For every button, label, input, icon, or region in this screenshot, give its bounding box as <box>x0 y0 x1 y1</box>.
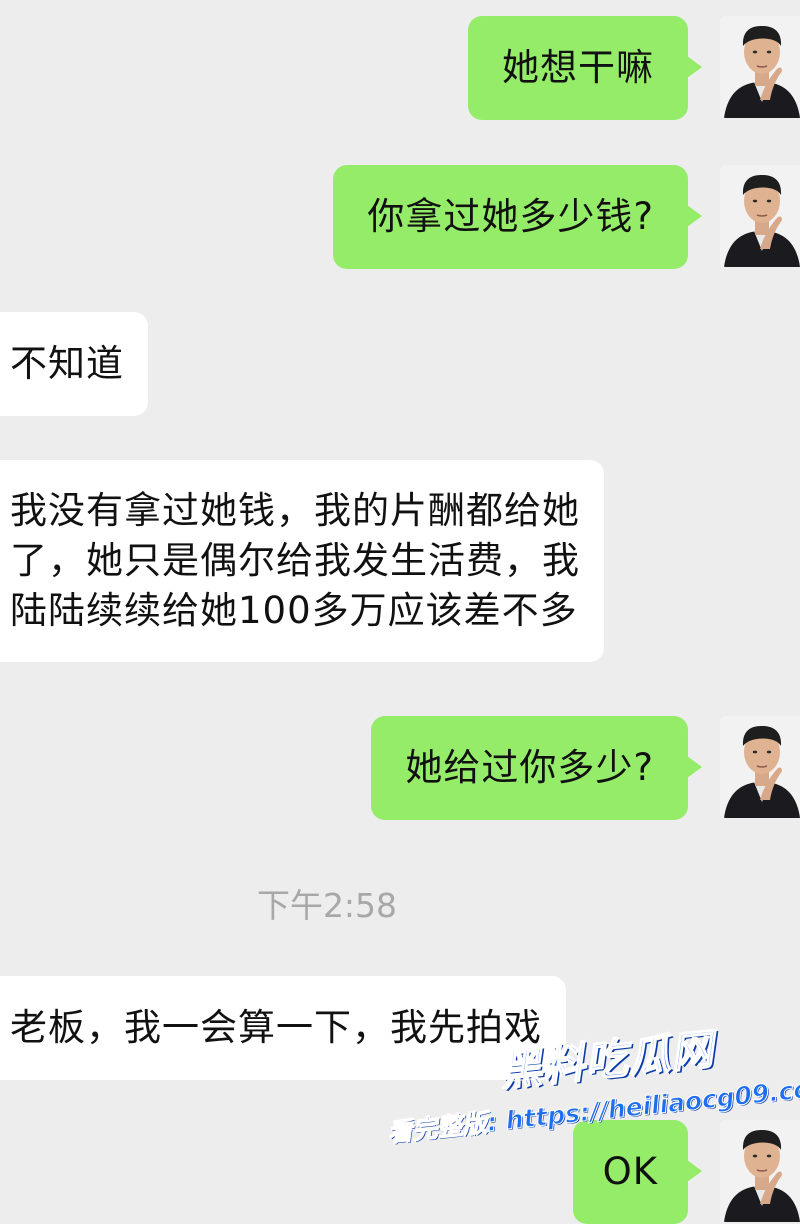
avatar-photo <box>720 165 800 267</box>
user-avatar-icon[interactable] <box>720 1120 800 1222</box>
chat-history: 她想干嘛 你拿过她多少钱? 不知道 我没有拿过她钱，我的片酬都给她 了，她只是偶… <box>0 0 800 1224</box>
message-bubble-sent[interactable]: 她给过你多少? <box>371 716 702 820</box>
message-bubble-sent[interactable]: 你拿过她多少钱? <box>333 165 702 269</box>
message-bubble-sent[interactable]: 她想干嘛 <box>468 16 702 120</box>
message-bubble-received[interactable]: 不知道 <box>0 312 148 416</box>
message-bubble-sent[interactable]: OK <box>572 1120 703 1224</box>
avatar-photo <box>720 1120 800 1222</box>
user-avatar-icon[interactable] <box>720 716 800 818</box>
avatar-photo <box>720 716 800 818</box>
message-line: 了，她只是偶尔给我发生活费，我 <box>10 539 580 582</box>
message-bubble-received[interactable]: 老板，我一会算一下，我先拍戏 <box>0 976 566 1080</box>
user-avatar-icon[interactable] <box>720 165 800 267</box>
message-line: 我没有拿过她钱，我的片酬都给她 <box>10 489 580 532</box>
user-avatar-icon[interactable] <box>720 16 800 118</box>
message-bubble-received[interactable]: 我没有拿过她钱，我的片酬都给她 了，她只是偶尔给我发生活费，我 陆陆续续给她10… <box>0 460 604 662</box>
avatar-photo <box>720 16 800 118</box>
message-line: 陆陆续续给她100多万应该差不多 <box>10 589 578 632</box>
message-timestamp: 下午2:58 <box>256 886 398 925</box>
